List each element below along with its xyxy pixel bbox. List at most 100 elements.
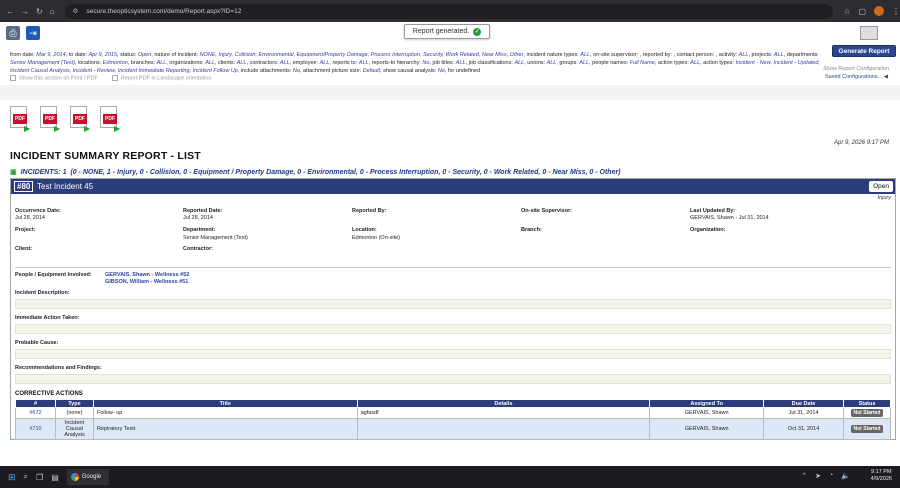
column-header: Assigned To (649, 399, 765, 408)
home-icon[interactable]: ⌂ (50, 7, 55, 16)
pdf-download-icon[interactable]: PDF ▶ (100, 106, 120, 133)
contractor-label: Contractor: (183, 246, 213, 252)
chrome-icon (70, 473, 79, 481)
filter-value: ALL (358, 60, 369, 66)
filter-summary: from date: Mar 9, 2014, to date: Apr 9, … (10, 51, 822, 75)
immediate-action-box (15, 324, 891, 334)
print-section-checkbox[interactable] (10, 75, 16, 81)
report-options: Show this section on Print / PDF Report … (10, 75, 211, 81)
reported-date-value: Jul 28, 2014 (183, 215, 213, 221)
reload-icon[interactable]: ↻ (36, 7, 43, 16)
column-header: Due Date (763, 399, 844, 408)
location-icon[interactable]: ➤ (815, 472, 821, 480)
filter-value: ALL (156, 60, 167, 66)
pdf-label: PDF (103, 114, 117, 124)
expand-icon[interactable]: ▣ (10, 169, 17, 176)
windows-start-icon[interactable]: ⊞ (8, 472, 16, 483)
landscape-option[interactable]: Report PDF in Landscape orientation (111, 75, 211, 81)
filter-key: , status: (117, 52, 137, 58)
network-icon[interactable]: ◔ (829, 472, 833, 480)
incident-description-label: Incident Description: (15, 290, 70, 296)
browser-toolbar: ← → ↻ ⌂ ⚙ secure.theopticsystem.com/demo… (0, 0, 900, 22)
department-value: Senior Management (Test) (183, 235, 248, 241)
filter-value: ALL (580, 52, 591, 58)
filter-key: , attachment picture size: (299, 68, 362, 74)
client-label: Client: (15, 246, 33, 252)
collapse-arrow-icon[interactable]: ◀ (884, 74, 888, 80)
filter-value: Default (362, 68, 381, 74)
cell-status: Not Started (843, 407, 891, 419)
filter-value: Apr 9, 2015 (88, 52, 118, 58)
extensions-icon[interactable]: ▢ (858, 7, 866, 16)
occurrence-date-label: Occurrence Date: (15, 208, 61, 214)
people-involved-item[interactable]: GERVAIS, Shawn - Wellness #52 (105, 272, 189, 278)
filter-value: Full Name (629, 60, 655, 66)
filter-value: ALL (773, 52, 784, 58)
show-hidden-icons-icon[interactable]: ⌃ (801, 472, 807, 480)
site-info-icon[interactable]: ⚙ (73, 4, 79, 19)
nav-buttons: ← → ↻ ⌂ (6, 7, 55, 16)
table-header-row: # Type Title Details Assigned To Due Date Stat… (15, 399, 891, 408)
cell-id[interactable]: #672 (15, 407, 56, 419)
cell-title: Follow- up (92, 407, 358, 419)
export-icon[interactable]: ⇥ (26, 26, 40, 40)
back-icon[interactable]: ← (6, 7, 14, 16)
section-divider (0, 85, 900, 100)
print-section-option[interactable]: Show this section on Print / PDF (10, 75, 98, 81)
cell-type: (none) (54, 407, 94, 419)
department-label: Department: (183, 227, 216, 233)
print-icon[interactable]: ⎙ (6, 26, 20, 40)
filter-key: , reports to: (329, 60, 358, 66)
filter-key: , job classifications: (465, 60, 513, 66)
filter-key: , groups: (556, 60, 578, 66)
reported-by-label: Reported By: (352, 208, 387, 214)
probable-cause-box (15, 349, 891, 359)
cell-details: agfasdf (356, 407, 651, 419)
report-generated-toast: Report generated. ✓ (404, 24, 490, 39)
generate-report-button[interactable]: Generate Report (832, 45, 896, 57)
status-badge: Not Started (850, 409, 884, 417)
filter-value: No (292, 68, 300, 74)
report-title: INCIDENT SUMMARY REPORT - LIST (10, 150, 201, 162)
occurrence-date-value: Jul 28, 2014 (15, 215, 45, 221)
column-header: # (15, 399, 56, 408)
immediate-action-label: Immediate Action Taken: (15, 315, 80, 321)
bookmark-star-icon[interactable]: ☆ (843, 7, 850, 16)
address-bar[interactable]: ⚙ secure.theopticsystem.com/demo/Report.… (64, 3, 834, 19)
report-config-icon[interactable] (860, 26, 878, 40)
search-icon[interactable]: ⌕ (24, 472, 28, 482)
filter-value: ALL (514, 60, 525, 66)
show-config-link[interactable]: Show Report Configuration (823, 66, 889, 72)
supervisor-label: On-site Supervisor: (521, 208, 573, 214)
cell-id[interactable]: #710 (15, 418, 56, 440)
filter-value: ALL (236, 60, 247, 66)
volume-icon[interactable]: 🔈 (841, 472, 850, 480)
incident-number[interactable]: #80 (14, 181, 34, 192)
pdf-download-icon[interactable]: PDF ▶ (70, 106, 90, 133)
landscape-checkbox[interactable] (111, 75, 118, 81)
last-updated-value: GERVAIS, Shawn - Jul 31, 2014 (690, 215, 769, 221)
filter-key: , job titles: (429, 60, 455, 66)
forward-icon[interactable]: → (21, 7, 29, 16)
task-view-icon[interactable]: ❐ (36, 473, 43, 482)
taskbar-chrome-app[interactable]: Google (66, 469, 110, 485)
filter-value: NONE, Injury, Collision, Environmental, … (199, 52, 524, 58)
menu-icon[interactable]: ⋮ (892, 7, 900, 16)
column-header: Title (92, 399, 358, 408)
location-value: Edmonton (On-site) (352, 235, 400, 241)
saved-configurations-link[interactable]: Saved Configurations... ◀ (825, 74, 888, 80)
people-involved-item[interactable]: GIBSON, William - Wellness #51 (105, 279, 188, 285)
filter-value: ALL (205, 60, 216, 66)
cell-due: Oct 31, 2014 (763, 418, 844, 440)
recommendations-box (15, 374, 891, 384)
pdf-download-icon[interactable]: PDF ▶ (40, 106, 60, 133)
pdf-download-icon[interactable]: PDF ▶ (10, 106, 30, 133)
people-involved-label: People / Equipment Involved: (15, 272, 92, 278)
filter-value: ALL (279, 60, 290, 66)
filter-key: , unions: (524, 60, 546, 66)
profile-avatar[interactable] (874, 6, 884, 16)
pdf-label: PDF (43, 114, 57, 124)
table-row: #672 (none) Follow- up agfasdf GERVAIS, Shaw… (15, 407, 891, 419)
file-explorer-icon[interactable]: ▤ (51, 473, 59, 482)
system-clock[interactable]: 9:17 PM 4/9/2026 (871, 469, 892, 483)
